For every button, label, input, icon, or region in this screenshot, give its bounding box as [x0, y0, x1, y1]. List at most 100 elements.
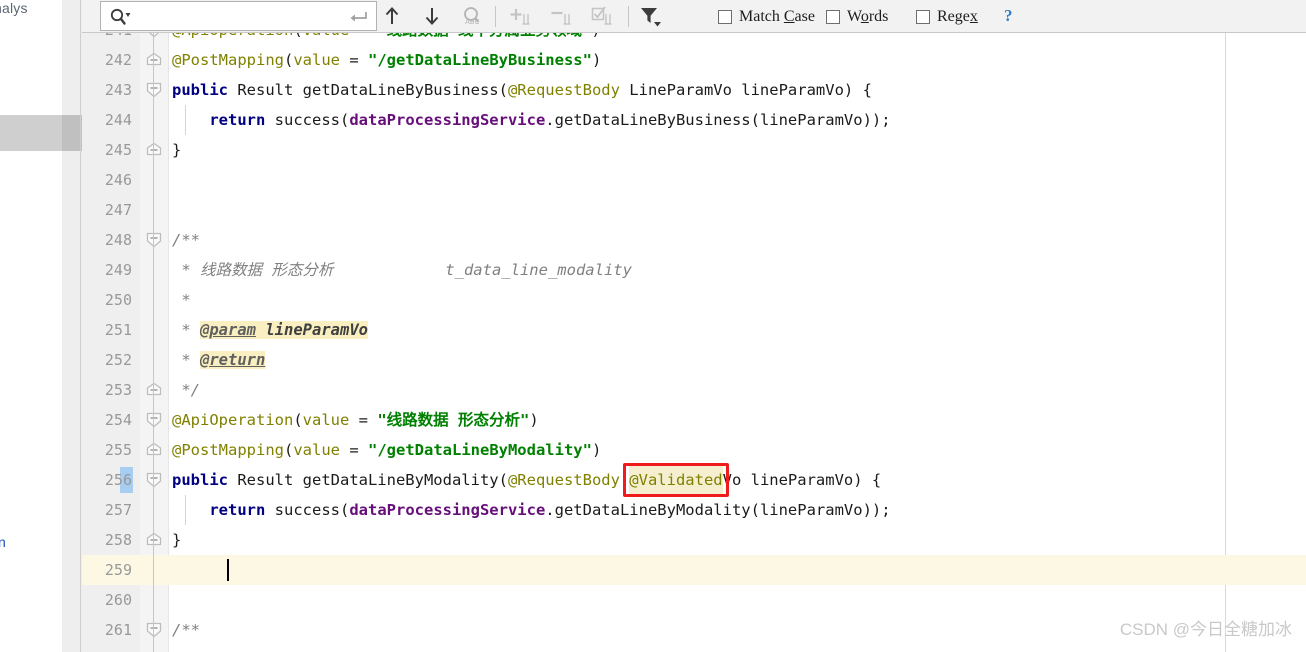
- code-row[interactable]: 241 @ApiOperation(value = "线路数据 线中分属业务领域"…: [82, 33, 1306, 45]
- fold-marker[interactable]: [145, 621, 163, 639]
- line-number: 247: [104, 201, 132, 219]
- fold-marker[interactable]: [145, 471, 163, 489]
- filter-button[interactable]: [638, 4, 664, 29]
- code-row[interactable]: 260: [82, 585, 1306, 615]
- find-next-button[interactable]: [419, 4, 445, 29]
- line-number: 261: [104, 621, 132, 639]
- search-field-wrapper[interactable]: [100, 1, 377, 31]
- code-line-text: * @return: [172, 351, 266, 369]
- code-line-text: */: [172, 381, 200, 399]
- line-number: 249: [104, 261, 132, 279]
- words-label: Words: [847, 7, 889, 25]
- code-editor[interactable]: 241 @ApiOperation(value = "线路数据 线中分属业务领域"…: [82, 33, 1306, 652]
- line-number: 258: [104, 531, 132, 549]
- code-row[interactable]: 251 * @param lineParamVo: [82, 315, 1306, 345]
- code-row[interactable]: 252 * @return: [82, 345, 1306, 375]
- find-all-button[interactable]: ABC: [459, 4, 485, 29]
- code-row[interactable]: 257 return success(dataProcessingService…: [82, 495, 1306, 525]
- code-line-text: @ApiOperation(value = "线路数据 形态分析"): [172, 411, 539, 429]
- line-number: 259: [104, 561, 132, 579]
- code-line-text: public Result getDataLineByModality(@Req…: [172, 465, 881, 495]
- code-line-text: }: [172, 531, 182, 549]
- words-checkbox-box[interactable]: [826, 9, 840, 24]
- line-number: 241: [82, 33, 132, 45]
- code-row[interactable]: 258}: [82, 525, 1306, 555]
- code-row[interactable]: 256 public Result getDataLineByModality(@…: [82, 465, 1306, 495]
- code-row[interactable]: 248 /**: [82, 225, 1306, 255]
- select-all-occurrences-button[interactable]: [589, 4, 615, 29]
- code-line-text: @ApiOperation(value = "线路数据 线中分属业务领域"): [172, 33, 601, 45]
- fold-marker[interactable]: [145, 381, 163, 399]
- code-row[interactable]: 243 public Result getDataLineByBusiness(@…: [82, 75, 1306, 105]
- fold-marker[interactable]: [145, 441, 163, 459]
- line-number: 243: [104, 81, 132, 99]
- search-input[interactable]: [135, 6, 349, 28]
- code-row[interactable]: 262 * 线路数据 近一月数据增长趋势 t_data_line_modalit…: [82, 645, 1306, 652]
- line-number: 260: [104, 591, 132, 609]
- line-number: 250: [104, 291, 132, 309]
- add-selection-button[interactable]: [507, 4, 533, 29]
- fold-marker[interactable]: [145, 51, 163, 69]
- toolbar-separator-1: [495, 6, 496, 27]
- left-panel-remnant: nalys n: [0, 0, 82, 652]
- match-case-checkbox-box[interactable]: [718, 9, 732, 24]
- left-panel-title-fragment: nalys: [0, 0, 28, 16]
- match-case-checkbox[interactable]: Match Case: [718, 6, 815, 27]
- find-toolbar: ABC Match Case Words Regex ?: [82, 0, 1306, 33]
- line-number: 245: [104, 141, 132, 159]
- code-line-text: /**: [172, 621, 200, 639]
- code-line-text: @PostMapping(value = "/getDataLineByBusi…: [172, 51, 602, 69]
- fold-connector-line: [153, 33, 154, 652]
- left-panel-divider: [80, 0, 81, 652]
- left-panel-text-fragment: n: [0, 534, 6, 550]
- code-row[interactable]: 254 @ApiOperation(value = "线路数据 形态分析"): [82, 405, 1306, 435]
- code-line-text: /**: [172, 231, 200, 249]
- line-number: 256: [104, 471, 132, 489]
- code-row[interactable]: 244 return success(dataProcessingService…: [82, 105, 1306, 135]
- line-number: 248: [104, 231, 132, 249]
- code-row[interactable]: 255 @PostMapping(value = "/getDataLineByM…: [82, 435, 1306, 465]
- find-previous-button[interactable]: [379, 4, 405, 29]
- regex-label: Regex: [937, 7, 978, 25]
- code-row[interactable]: 253 */: [82, 375, 1306, 405]
- fold-marker[interactable]: [145, 231, 163, 249]
- svg-text:ABC: ABC: [465, 18, 479, 26]
- text-caret: [227, 559, 229, 581]
- line-number: 246: [104, 171, 132, 189]
- fold-marker[interactable]: [145, 81, 163, 99]
- line-number: 262: [82, 645, 132, 652]
- search-icon[interactable]: [109, 7, 131, 27]
- left-panel-scrollbar-thumb[interactable]: [62, 115, 82, 151]
- fold-marker[interactable]: [145, 33, 163, 39]
- watermark: CSDN @今日全糖加冰: [1119, 620, 1292, 639]
- code-line-text: *: [172, 291, 191, 309]
- code-line-text: * 线路数据 形态分析 t_data_line_modality: [172, 261, 632, 279]
- fold-marker[interactable]: [145, 141, 163, 159]
- code-row[interactable]: 245}: [82, 135, 1306, 165]
- fold-marker[interactable]: [145, 411, 163, 429]
- help-link[interactable]: ?: [1004, 6, 1013, 26]
- code-row[interactable]: 247: [82, 195, 1306, 225]
- code-row[interactable]: 246: [82, 165, 1306, 195]
- code-line-text: @PostMapping(value = "/getDataLineByModa…: [172, 441, 602, 459]
- enter-return-icon[interactable]: [350, 9, 368, 25]
- words-checkbox[interactable]: Words: [826, 6, 888, 27]
- line-number: 251: [104, 321, 132, 339]
- ide-screenshot: nalys n: [0, 0, 1306, 652]
- left-panel-scrollbar-track[interactable]: [62, 0, 82, 652]
- code-line-text: return success(dataProcessingService.get…: [209, 111, 891, 129]
- regex-checkbox[interactable]: Regex: [916, 6, 978, 27]
- code-row[interactable]: 250 *: [82, 285, 1306, 315]
- line-number: 253: [104, 381, 132, 399]
- fold-marker[interactable]: [145, 531, 163, 549]
- remove-selection-button[interactable]: [548, 4, 574, 29]
- match-case-label: Match Case: [739, 7, 815, 25]
- code-row[interactable]: 259: [82, 555, 1306, 585]
- code-row[interactable]: 242 @PostMapping(value = "/getDataLineByB…: [82, 45, 1306, 75]
- code-line-text: * 线路数据 近一月数据增长趋势 t_data_line_modality: [172, 645, 644, 652]
- regex-checkbox-box[interactable]: [916, 9, 930, 24]
- line-number: 244: [104, 111, 132, 129]
- toolbar-separator-2: [628, 6, 629, 27]
- code-line-text: * @param lineParamVo: [172, 321, 368, 339]
- code-row[interactable]: 249 * 线路数据 形态分析 t_data_line_modality: [82, 255, 1306, 285]
